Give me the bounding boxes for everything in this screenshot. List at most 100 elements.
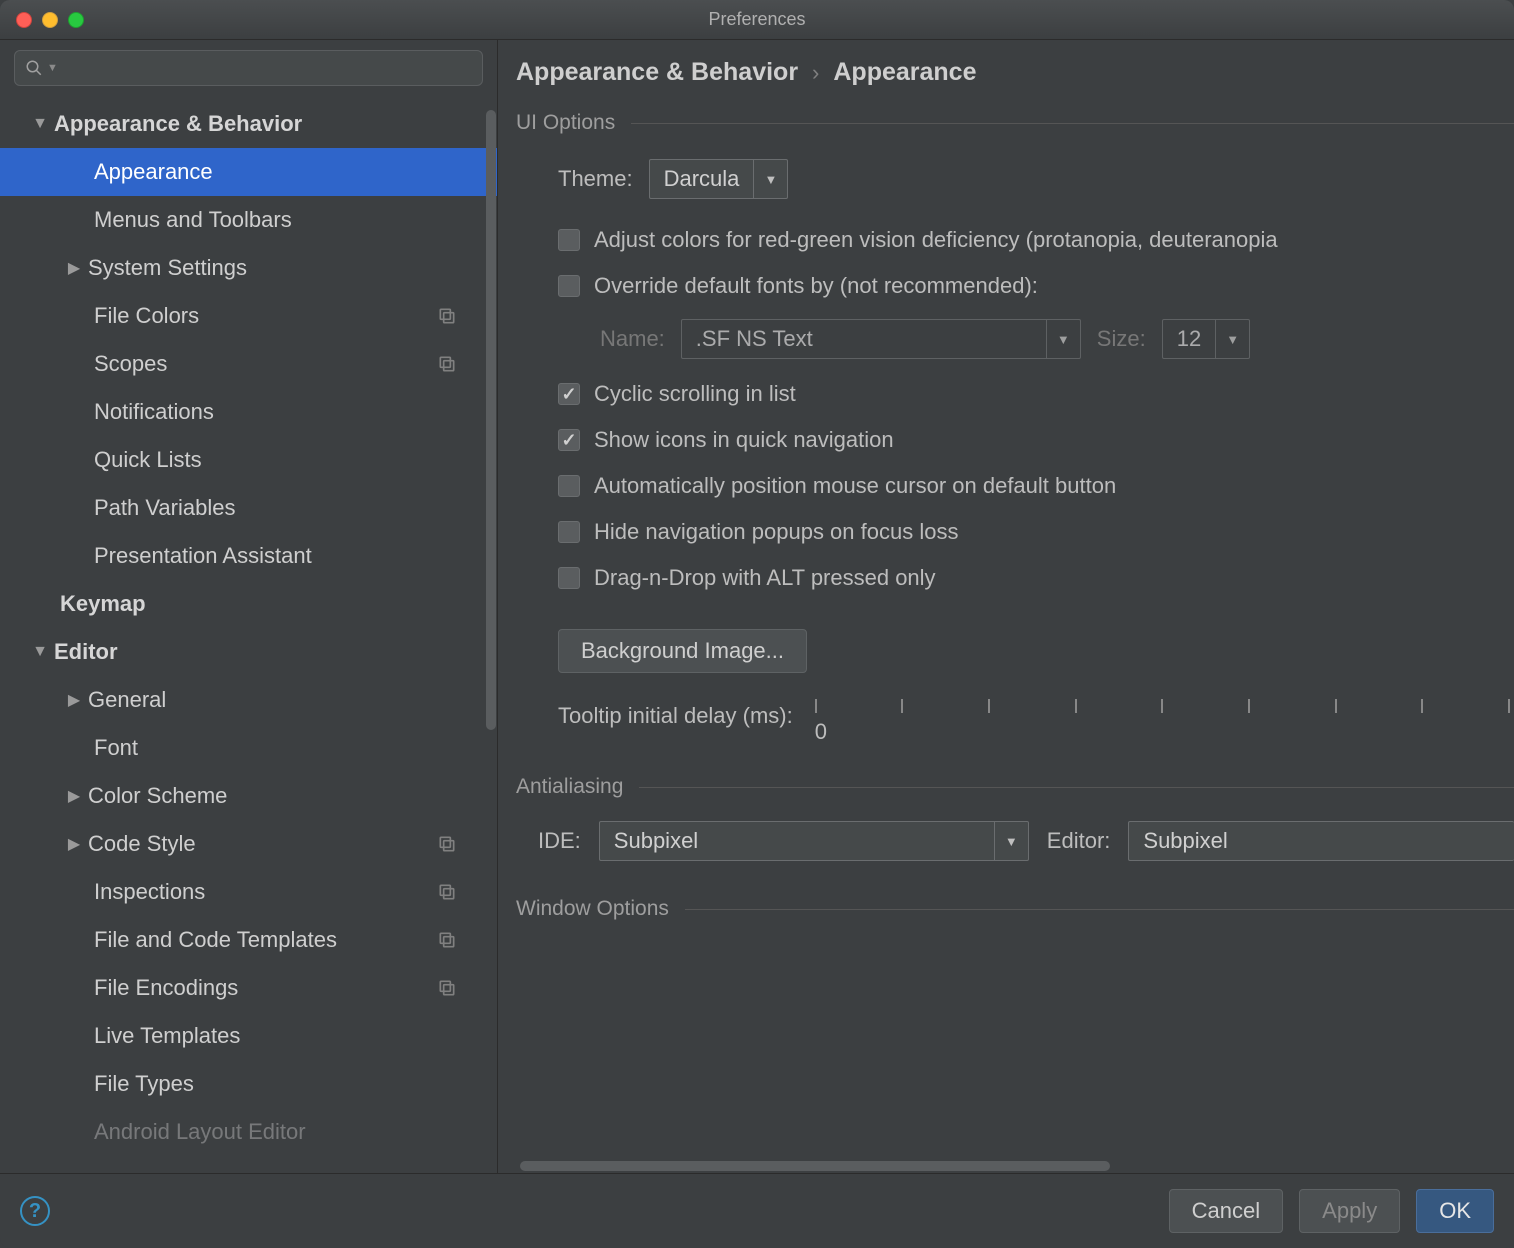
aa-editor-dropdown[interactable]: Subpixel xyxy=(1128,821,1514,861)
tree-item-label: Quick Lists xyxy=(94,447,202,473)
font-name-label: Name: xyxy=(600,326,665,352)
ok-button[interactable]: OK xyxy=(1416,1189,1494,1233)
tooltip-delay-slider[interactable]: 0 xyxy=(811,699,1514,745)
chevron-down-icon: ▼ xyxy=(1215,320,1249,358)
settings-tree: ▼Appearance & Behavior Appearance Menus an… xyxy=(0,94,497,1173)
tree-item-label: Path Variables xyxy=(94,495,235,521)
chevron-down-icon: ▼ xyxy=(994,822,1028,860)
window-title: Preferences xyxy=(0,9,1514,30)
body: ▼ ▼Appearance & BehaviorAppearanceMenus … xyxy=(0,40,1514,1173)
search-input[interactable]: ▼ xyxy=(14,50,483,86)
checkbox-override-fonts[interactable] xyxy=(558,275,580,297)
section-antialiasing: Antialiasing xyxy=(498,769,1514,805)
tree-item-file-types[interactable]: File Types xyxy=(0,1060,497,1108)
tree-arrow-icon: ▶ xyxy=(60,690,88,710)
tree-item-menus-and-toolbars[interactable]: Menus and Toolbars xyxy=(0,196,497,244)
tree-item-code-style[interactable]: ▶Code Style xyxy=(0,820,497,868)
dialog-footer: ? Cancel Apply OK xyxy=(0,1173,1514,1248)
checkbox-adjust-colors[interactable] xyxy=(558,229,580,251)
tree-item-live-templates[interactable]: Live Templates xyxy=(0,1012,497,1060)
tree-item-notifications[interactable]: Notifications xyxy=(0,388,497,436)
tree-item-file-and-code-templates[interactable]: File and Code Templates xyxy=(0,916,497,964)
font-name-dropdown: .SF NS Text ▼ xyxy=(681,319,1081,359)
tree-item-scopes[interactable]: Scopes xyxy=(0,340,497,388)
apply-button[interactable]: Apply xyxy=(1299,1189,1400,1233)
help-icon[interactable]: ? xyxy=(20,1196,50,1226)
breadcrumb: Appearance & Behavior › Appearance xyxy=(498,58,1514,105)
copy-icon xyxy=(437,882,457,902)
tree-item-label: Android Layout Editor xyxy=(94,1119,306,1145)
tree-item-appearance[interactable]: Appearance xyxy=(0,148,497,196)
tree-item-keymap[interactable]: Keymap xyxy=(0,580,497,628)
breadcrumb-root: Appearance & Behavior xyxy=(516,58,798,87)
tree-item-file-encodings[interactable]: File Encodings xyxy=(0,964,497,1012)
theme-label: Theme: xyxy=(558,166,633,192)
tree-item-color-scheme[interactable]: ▶Color Scheme xyxy=(0,772,497,820)
preferences-window: Preferences ▼ ▼Appearance & BehaviorAppe… xyxy=(0,0,1514,1248)
tree-item-android-layout-editor[interactable]: Android Layout Editor xyxy=(0,1108,497,1156)
tree-item-label: General xyxy=(88,687,166,713)
copy-icon xyxy=(437,834,457,854)
tree-item-label: Editor xyxy=(54,639,118,665)
tree-item-label: Keymap xyxy=(60,591,146,617)
chevron-down-icon: ▼ xyxy=(753,160,787,198)
background-image-button[interactable]: Background Image... xyxy=(558,629,807,673)
tree-item-presentation-assistant[interactable]: Presentation Assistant xyxy=(0,532,497,580)
content-pane: Appearance & Behavior › Appearance UI Op… xyxy=(498,40,1514,1173)
section-ui-options: UI Options xyxy=(498,105,1514,141)
tree-item-file-colors[interactable]: File Colors xyxy=(0,292,497,340)
sidebar: ▼ ▼Appearance & BehaviorAppearanceMenus … xyxy=(0,40,498,1173)
aa-ide-dropdown[interactable]: Subpixel ▼ xyxy=(599,821,1029,861)
tree-item-general[interactable]: ▶General xyxy=(0,676,497,724)
tree-item-label: Font xyxy=(94,735,138,761)
aa-editor-label: Editor: xyxy=(1047,828,1111,854)
tree-item-quick-lists[interactable]: Quick Lists xyxy=(0,436,497,484)
tree-item-font[interactable]: Font xyxy=(0,724,497,772)
checkbox-dnd-alt[interactable] xyxy=(558,567,580,589)
section-window-options: Window Options xyxy=(498,891,1514,927)
aa-ide-label: IDE: xyxy=(538,828,581,854)
cancel-button[interactable]: Cancel xyxy=(1169,1189,1283,1233)
titlebar: Preferences xyxy=(0,0,1514,40)
tree-item-system-settings[interactable]: ▶System Settings xyxy=(0,244,497,292)
tree-item-label: File Types xyxy=(94,1071,194,1097)
tree-item-label: Menus and Toolbars xyxy=(94,207,292,233)
tree-item-inspections[interactable]: Inspections xyxy=(0,868,497,916)
tree-item-label: Appearance & Behavior xyxy=(54,111,302,137)
tree-item-path-variables[interactable]: Path Variables xyxy=(0,484,497,532)
checkbox-auto-mouse[interactable] xyxy=(558,475,580,497)
font-size-dropdown: 12 ▼ xyxy=(1162,319,1250,359)
tree-item-label: Scopes xyxy=(94,351,167,377)
copy-icon xyxy=(437,306,457,326)
font-size-label: Size: xyxy=(1097,326,1146,352)
chevron-down-icon: ▼ xyxy=(1046,320,1080,358)
tree-item-label: Live Templates xyxy=(94,1023,240,1049)
tree-item-label: File Colors xyxy=(94,303,199,329)
tree-item-label: System Settings xyxy=(88,255,247,281)
theme-dropdown[interactable]: Darcula ▼ xyxy=(649,159,789,199)
search-icon xyxy=(25,59,43,77)
tree-item-label: Code Style xyxy=(88,831,196,857)
copy-icon xyxy=(437,978,457,998)
tree-item-label: Presentation Assistant xyxy=(94,543,312,569)
content-horizontal-scrollbar[interactable] xyxy=(520,1159,1504,1173)
checkbox-hide-nav-popups[interactable] xyxy=(558,521,580,543)
tree-item-label: Appearance xyxy=(94,159,213,185)
chevron-right-icon: › xyxy=(812,60,819,86)
sidebar-scrollbar[interactable] xyxy=(485,106,497,1173)
tree-item-label: File Encodings xyxy=(94,975,238,1001)
tree-item-label: Notifications xyxy=(94,399,214,425)
copy-icon xyxy=(437,354,457,374)
tree-item-label: Color Scheme xyxy=(88,783,227,809)
tree-arrow-icon: ▼ xyxy=(26,115,54,133)
tooltip-delay-label: Tooltip initial delay (ms): xyxy=(558,699,793,729)
checkbox-cyclic-scroll[interactable] xyxy=(558,383,580,405)
copy-icon xyxy=(437,930,457,950)
tree-arrow-icon: ▶ xyxy=(60,258,88,278)
chevron-down-icon: ▼ xyxy=(47,62,58,74)
tree-item-editor[interactable]: ▼Editor xyxy=(0,628,497,676)
checkbox-show-icons[interactable] xyxy=(558,429,580,451)
tree-item-label: File and Code Templates xyxy=(94,927,337,953)
tree-item-appearance-behavior[interactable]: ▼Appearance & Behavior xyxy=(0,100,497,148)
tree-item-label: Inspections xyxy=(94,879,205,905)
